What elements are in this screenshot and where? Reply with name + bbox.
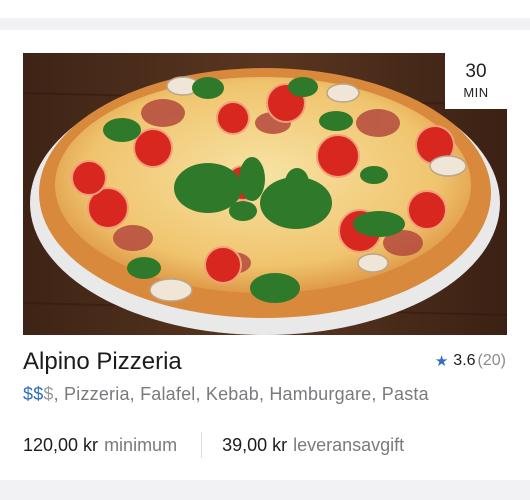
pizza-photo [23,53,507,335]
restaurant-image[interactable]: 30 MIN [23,53,507,335]
delivery-fee-label: leveransavgift [293,434,405,455]
delivery-time-unit: MIN [463,85,489,100]
fee-divider [201,432,203,458]
minimum-order-label: minimum [104,434,178,455]
delivery-time-badge: 30 MIN [445,53,507,109]
price-level-inactive: $ [43,384,54,404]
fee-row: 120,00 kr minimum 39,00 kr leveransavgif… [23,432,507,458]
price-level-active: $$ [23,384,44,404]
minimum-order-amount: 120,00 kr [23,434,99,455]
delivery-fee-amount: 39,00 kr [222,434,288,455]
restaurant-rating: ★ 3.6 (20) [435,352,506,370]
rating-count: (20) [477,352,506,369]
previous-restaurant-card[interactable] [0,0,530,18]
rating-value: 3.6 [453,352,476,369]
restaurant-card[interactable]: 30 MIN Alpino Pizzeria ★ 3.6 (20) $$$, P… [0,30,530,480]
star-icon: ★ [434,353,449,370]
restaurant-name[interactable]: Alpino Pizzeria [23,348,182,376]
restaurant-categories: , Pizzeria, Falafel, Kebab, Hamburgare, … [53,384,429,404]
delivery-time-value: 30 [465,61,487,82]
restaurant-tags: $$$, Pizzeria, Falafel, Kebab, Hamburgar… [23,384,429,405]
